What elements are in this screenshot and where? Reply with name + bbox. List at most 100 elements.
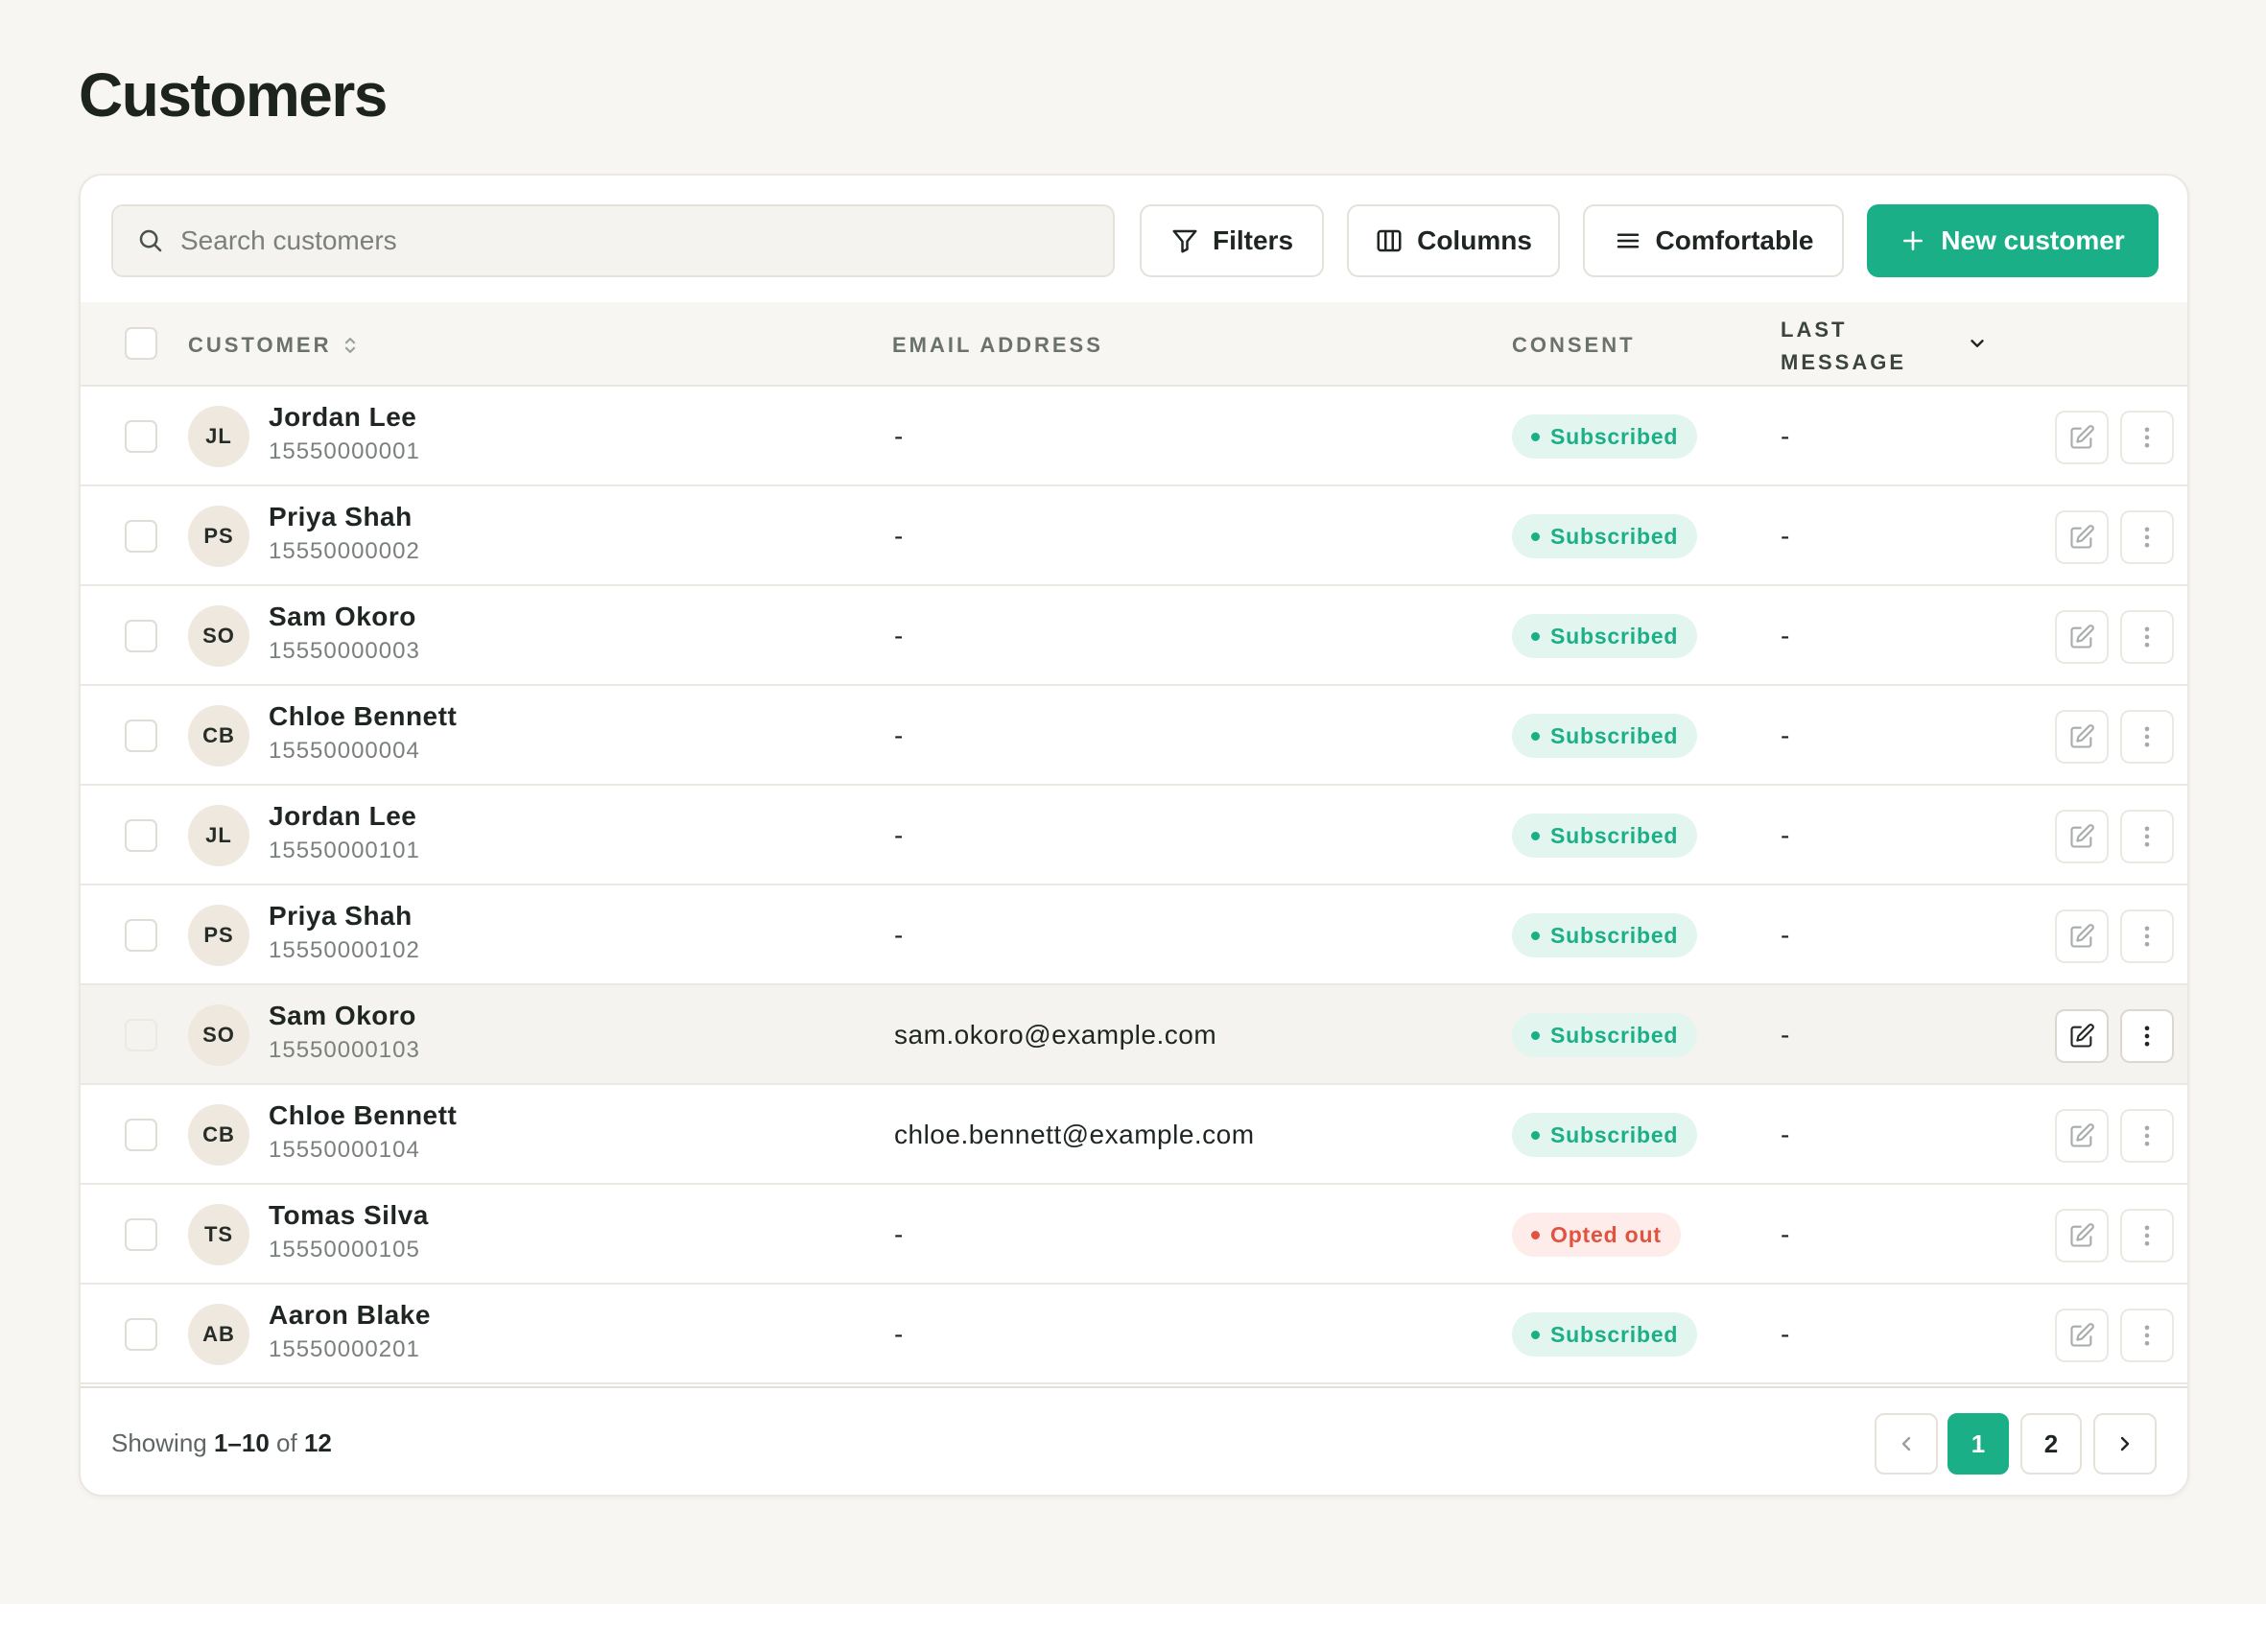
- avatar: SO: [188, 1004, 249, 1066]
- row-checkbox[interactable]: [125, 819, 157, 852]
- consent-badge: Subscribed: [1512, 614, 1698, 658]
- more-button[interactable]: [2120, 710, 2174, 764]
- avatar: TS: [188, 1204, 249, 1265]
- customer-name[interactable]: Sam Okoro: [269, 1001, 416, 1031]
- avatar: AB: [188, 1304, 249, 1365]
- last-message: -: [1781, 1020, 1790, 1050]
- column-header-customer[interactable]: CUSTOMER: [188, 333, 359, 358]
- table-row[interactable]: PS Priya Shah 15550000002 - Subscribed -: [81, 486, 2187, 586]
- more-button[interactable]: [2120, 510, 2174, 564]
- row-checkbox[interactable]: [125, 919, 157, 952]
- edit-button[interactable]: [2055, 710, 2109, 764]
- edit-button[interactable]: [2055, 1309, 2109, 1362]
- table-row[interactable]: JL Jordan Lee 15550000101 - Subscribed -: [81, 786, 2187, 885]
- customer-phone: 15550000102: [269, 937, 420, 963]
- more-vertical-icon: [2144, 427, 2150, 448]
- customer-phone: 15550000105: [269, 1237, 420, 1263]
- row-checkbox[interactable]: [125, 1218, 157, 1251]
- customer-name[interactable]: Chloe Bennett: [269, 701, 457, 732]
- column-header-last-line2: MESSAGE: [1781, 350, 1907, 374]
- select-all-checkbox[interactable]: [125, 327, 157, 360]
- row-checkbox[interactable]: [125, 1318, 157, 1351]
- search-box[interactable]: [111, 204, 1115, 277]
- last-message: -: [1781, 1120, 1790, 1149]
- table-row[interactable]: CB Chloe Bennett 15550000104 chloe.bennett@…: [81, 1085, 2187, 1185]
- edit-icon: [2070, 525, 2094, 549]
- edit-button[interactable]: [2055, 909, 2109, 963]
- columns-button[interactable]: Columns: [1347, 204, 1560, 277]
- row-checkbox[interactable]: [125, 1119, 157, 1151]
- customer-name[interactable]: Jordan Lee: [269, 402, 416, 433]
- row-checkbox[interactable]: [125, 620, 157, 652]
- page-button-2[interactable]: 2: [2020, 1413, 2082, 1475]
- table-row[interactable]: SO Sam Okoro 15550000003 - Subscribed -: [81, 586, 2187, 686]
- table-row[interactable]: PS Priya Shah 15550000102 - Subscribed -: [81, 885, 2187, 985]
- last-message: -: [1781, 621, 1790, 650]
- more-vertical-icon: [2144, 1026, 2150, 1047]
- chevron-down-icon[interactable]: [1967, 333, 1988, 354]
- customer-email: -: [894, 1319, 904, 1349]
- more-button[interactable]: [2120, 1109, 2174, 1163]
- table-row[interactable]: CB Chloe Bennett 15550000004 - Subscribed -: [81, 686, 2187, 786]
- edit-button[interactable]: [2055, 1209, 2109, 1263]
- edit-button[interactable]: [2055, 1109, 2109, 1163]
- new-customer-button[interactable]: New customer: [1867, 204, 2159, 277]
- edit-icon: [2070, 425, 2094, 449]
- row-checkbox[interactable]: [125, 720, 157, 752]
- showing-range: 1–10: [213, 1428, 270, 1457]
- customer-phone: 15550000101: [269, 838, 420, 863]
- edit-icon: [2070, 1223, 2094, 1247]
- row-checkbox[interactable]: [125, 520, 157, 553]
- density-button[interactable]: Comfortable: [1583, 204, 1844, 277]
- edit-button[interactable]: [2055, 411, 2109, 464]
- more-button[interactable]: [2120, 411, 2174, 464]
- new-customer-label: New customer: [1941, 225, 2125, 255]
- row-checkbox[interactable]: [125, 1019, 157, 1051]
- customer-name[interactable]: Jordan Lee: [269, 801, 416, 832]
- table-row[interactable]: JL Jordan Lee 15550000001 - Subscribed -: [81, 387, 2187, 486]
- previous-page-button[interactable]: [1875, 1413, 1938, 1475]
- edit-icon: [2070, 724, 2094, 748]
- customer-name[interactable]: Aaron Blake: [269, 1300, 431, 1331]
- customer-phone: 15550000003: [269, 638, 420, 664]
- table-row[interactable]: SO Sam Okoro 15550000103 sam.okoro@example.…: [81, 985, 2187, 1085]
- customer-email: -: [894, 720, 904, 750]
- column-header-email[interactable]: EMAIL ADDRESS: [892, 333, 1103, 358]
- customer-name[interactable]: Sam Okoro: [269, 602, 416, 632]
- table-row[interactable]: TS Tomas Silva 15550000105 - Opted out -: [81, 1185, 2187, 1285]
- edit-icon: [2070, 625, 2094, 649]
- customer-name[interactable]: Tomas Silva: [269, 1200, 429, 1231]
- column-header-consent[interactable]: CONSENT: [1512, 333, 1636, 358]
- more-vertical-icon: [2144, 726, 2150, 747]
- filters-button[interactable]: Filters: [1140, 204, 1324, 277]
- more-button[interactable]: [2120, 610, 2174, 664]
- edit-button[interactable]: [2055, 510, 2109, 564]
- edit-button[interactable]: [2055, 610, 2109, 664]
- customer-name[interactable]: Chloe Bennett: [269, 1100, 457, 1131]
- more-button[interactable]: [2120, 810, 2174, 863]
- row-checkbox[interactable]: [125, 420, 157, 453]
- showing-of: of: [276, 1428, 297, 1457]
- more-button[interactable]: [2120, 1209, 2174, 1263]
- edit-button[interactable]: [2055, 810, 2109, 863]
- consent-badge: Subscribed: [1512, 714, 1698, 758]
- customer-phone: 15550000001: [269, 438, 420, 464]
- column-header-last-line1: LAST: [1781, 318, 1848, 342]
- more-button[interactable]: [2120, 1309, 2174, 1362]
- customer-name[interactable]: Priya Shah: [269, 901, 413, 932]
- page-button-1[interactable]: 1: [1947, 1413, 2009, 1475]
- customer-name[interactable]: Priya Shah: [269, 502, 413, 532]
- next-page-button[interactable]: [2093, 1413, 2157, 1475]
- last-message: -: [1781, 521, 1790, 551]
- search-input[interactable]: [180, 225, 1044, 256]
- column-header-last-message[interactable]: LAST MESSAGE: [1781, 314, 1906, 379]
- customer-email: -: [894, 521, 904, 551]
- customer-phone: 15550000004: [269, 738, 420, 764]
- more-button[interactable]: [2120, 1009, 2174, 1063]
- edit-icon: [2070, 824, 2094, 848]
- column-header-customer-label: CUSTOMER: [188, 333, 332, 357]
- table-row[interactable]: AB Aaron Blake 15550000201 - Subscribed -: [81, 1285, 2187, 1384]
- edit-button[interactable]: [2055, 1009, 2109, 1063]
- more-button[interactable]: [2120, 909, 2174, 963]
- last-message: -: [1781, 920, 1790, 950]
